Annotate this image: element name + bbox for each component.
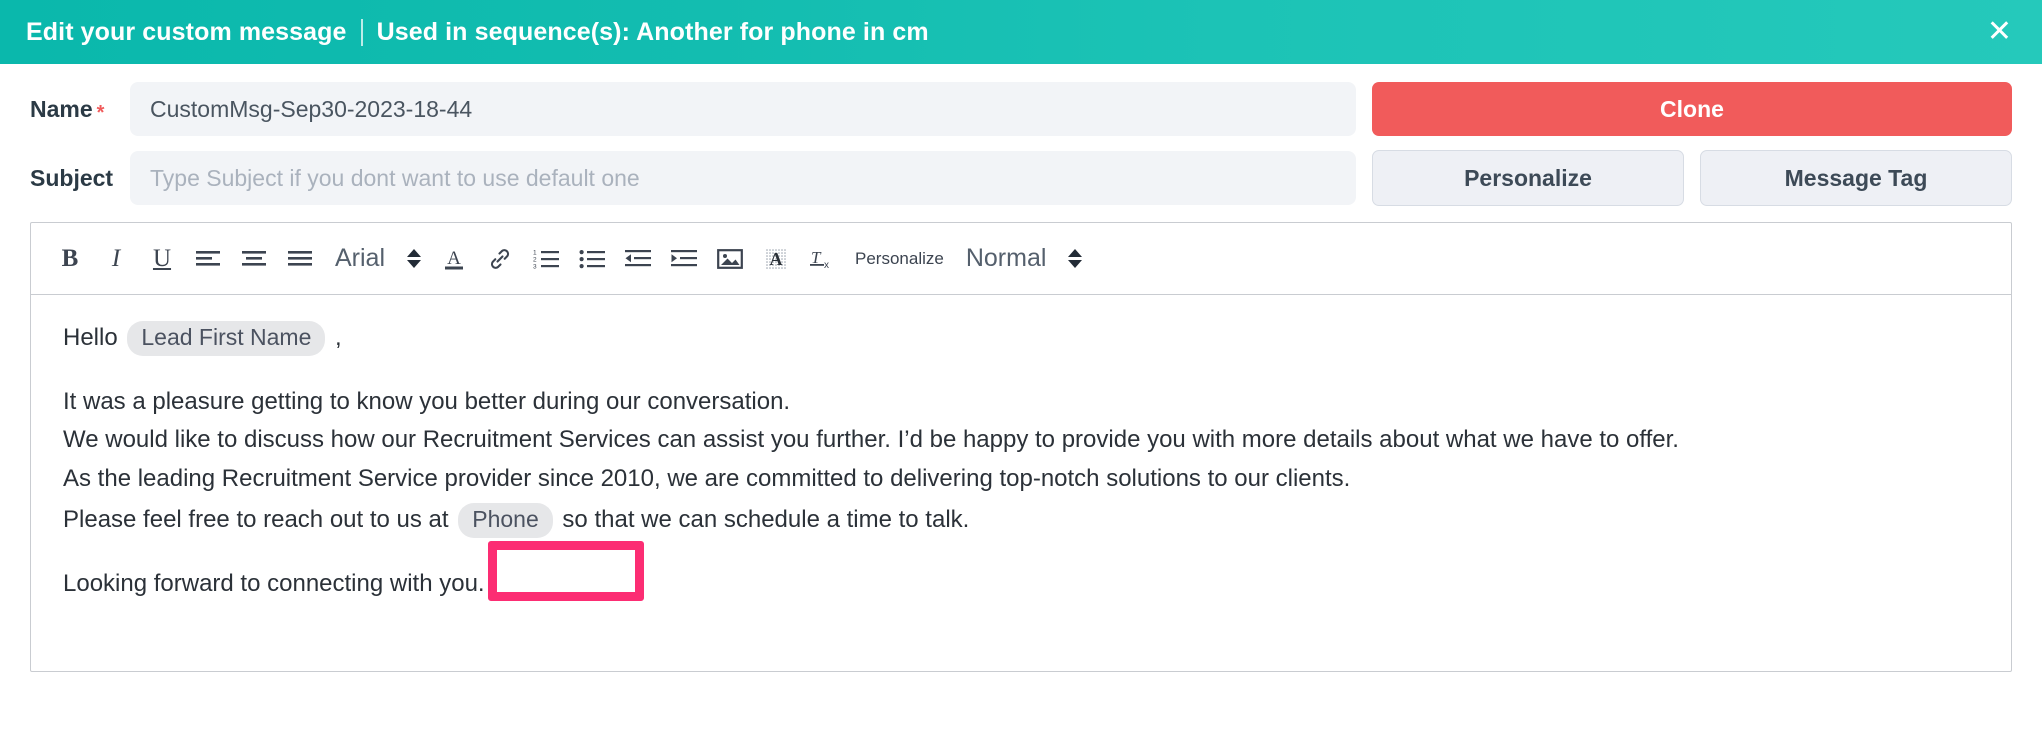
merge-tag-lead-first-name[interactable]: Lead First Name (127, 321, 325, 356)
rich-text-editor: B I U (30, 222, 2012, 672)
svg-text:1: 1 (533, 249, 537, 256)
link-icon[interactable] (477, 236, 523, 282)
subject-input[interactable] (130, 151, 1356, 205)
bullet-list-icon[interactable] (569, 236, 615, 282)
svg-text:x: x (824, 260, 829, 271)
message-line: Hello Lead First Name , (63, 321, 1979, 356)
message-line: As the leading Recruitment Service provi… (63, 465, 1979, 493)
message-lines: Hello Lead First Name , It was a pleasure… (63, 321, 1979, 599)
font-family-chevron-icon[interactable] (397, 249, 431, 268)
align-justify-icon[interactable] (277, 236, 323, 282)
message-text: Please feel free to reach out to us at (63, 506, 455, 533)
text-color-icon[interactable]: A (431, 236, 477, 282)
align-left-icon[interactable] (185, 236, 231, 282)
svg-text:2: 2 (533, 256, 537, 263)
bold-icon[interactable]: B (47, 236, 93, 282)
page-title: Edit your custom message (26, 18, 347, 47)
title-divider (361, 19, 363, 46)
name-label-group: Name * (30, 96, 130, 123)
message-line: It was a pleasure getting to know you be… (63, 388, 1979, 416)
message-text: , (328, 324, 341, 351)
name-row-actions: Clone (1372, 82, 2012, 136)
format-style-chevron-icon[interactable] (1058, 249, 1092, 268)
outdent-icon[interactable] (615, 236, 661, 282)
subject-row: Subject Personalize Message Tag (0, 150, 2042, 206)
svg-text:3: 3 (533, 263, 537, 270)
subject-label: Subject (30, 165, 113, 192)
indent-icon[interactable] (661, 236, 707, 282)
font-family-value: Arial (323, 244, 397, 273)
message-body[interactable]: Hello Lead First Name , It was a pleasure… (31, 295, 2011, 672)
message-blank-line (63, 548, 1979, 570)
format-style-value: Normal (954, 244, 1059, 273)
clear-format-icon[interactable]: T x (799, 236, 845, 282)
message-line: Looking forward to connecting with you. (63, 570, 1979, 598)
name-label: Name (30, 96, 93, 123)
align-center-icon[interactable] (231, 236, 277, 282)
merge-tag-phone[interactable]: Phone (458, 503, 553, 538)
personalize-button[interactable]: Personalize (1372, 150, 1684, 206)
ordered-list-icon[interactable]: 1 2 3 (523, 236, 569, 282)
edit-custom-message-dialog: Edit your custom message Used in sequenc… (0, 0, 2042, 730)
dialog-subtitle: Used in sequence(s): Another for phone i… (377, 18, 929, 47)
message-tag-button[interactable]: Message Tag (1700, 150, 2012, 206)
close-icon[interactable]: ✕ (1979, 15, 2020, 49)
name-row: Name * Clone (0, 82, 2042, 136)
required-asterisk: * (97, 103, 105, 123)
message-text: Hello (63, 324, 124, 351)
message-text: so that we can schedule a time to talk. (556, 506, 970, 533)
format-style-select[interactable]: Normal (954, 244, 1059, 273)
form-area: Name * Clone Subject Personalize Message… (0, 64, 2042, 206)
dialog-header: Edit your custom message Used in sequenc… (0, 0, 2042, 64)
toolbar-personalize-button[interactable]: Personalize (845, 249, 954, 269)
subject-row-actions: Personalize Message Tag (1372, 150, 2012, 206)
message-blank-line (63, 366, 1979, 388)
underline-icon[interactable]: U (139, 236, 185, 282)
svg-text:A: A (770, 249, 783, 269)
message-line: Please feel free to reach out to us at P… (63, 503, 1979, 538)
editor-toolbar: B I U (31, 223, 2011, 295)
name-input[interactable] (130, 82, 1356, 136)
image-icon[interactable] (707, 236, 753, 282)
dialog-title-group: Edit your custom message Used in sequenc… (26, 18, 929, 47)
message-line: We would like to discuss how our Recruit… (63, 426, 1979, 454)
font-family-select[interactable]: Arial (323, 244, 397, 273)
italic-icon[interactable]: I (93, 236, 139, 282)
svg-text:A: A (447, 248, 461, 269)
clone-button[interactable]: Clone (1372, 82, 2012, 136)
subject-label-group: Subject (30, 165, 130, 192)
background-color-icon[interactable]: A (753, 236, 799, 282)
